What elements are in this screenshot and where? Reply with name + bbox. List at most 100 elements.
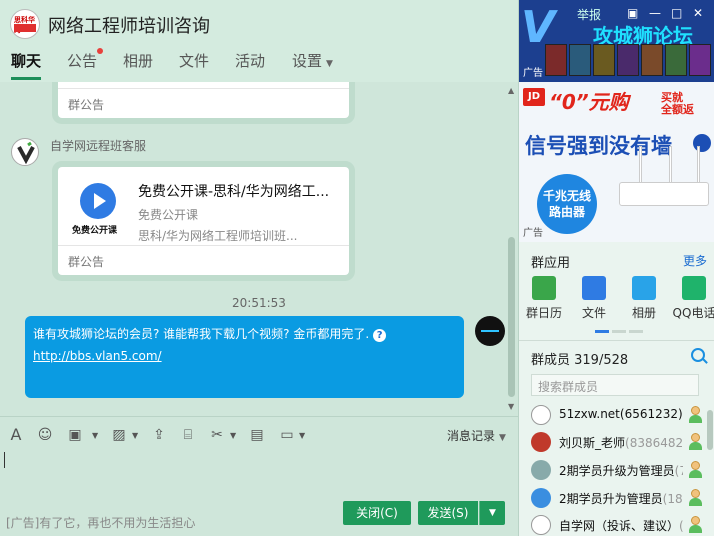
close-button[interactable]: 关闭(C) (343, 501, 411, 525)
question-emoji-icon: ? (373, 329, 387, 342)
card-thumb-label: 免费公开课 (72, 226, 118, 236)
chevron-down-icon[interactable]: ▼ (92, 431, 98, 440)
scrollbar-thumb[interactable] (508, 237, 515, 397)
document-icon[interactable]: ▤ (249, 427, 265, 443)
my-message-bubble[interactable]: 谁有攻城狮论坛的会员? 谁能帮我下载几个视频? 金币都用完了.? http://… (25, 316, 464, 398)
image-icon[interactable]: ▨ (111, 427, 127, 443)
card-footer: 群公告 (58, 245, 349, 275)
chevron-down-icon[interactable]: ▼ (299, 431, 305, 440)
ad-label: 广告 (523, 68, 543, 79)
group-apps-title: 群应用 (531, 256, 571, 271)
file-icon (582, 276, 606, 300)
gift-icon[interactable]: ⌸ (180, 427, 196, 443)
member-row[interactable]: 刘贝斯_老师(8386482925) (519, 429, 714, 455)
member-name-sub: (187 (662, 492, 683, 506)
member-name: 2期学员升为管理员(187 (559, 490, 683, 507)
member-avatar (531, 405, 551, 425)
member-row[interactable]: 自学网（投诉、建议）( (519, 512, 714, 536)
skin-icon[interactable]: ▣ (627, 6, 638, 20)
member-avatar (531, 432, 551, 452)
member-avatar (531, 488, 551, 508)
member-avatar (531, 515, 551, 535)
gif-icon[interactable]: ▣ (67, 427, 83, 443)
hero-portrait (569, 44, 591, 76)
pager-dot[interactable] (629, 330, 643, 333)
message-input[interactable] (0, 452, 518, 500)
chat-scrollbar[interactable]: ▲ ▼ (508, 82, 516, 416)
upload-icon[interactable]: ⇪ (151, 427, 167, 443)
hero-portrait (617, 44, 639, 76)
tab-chat[interactable]: 聊天 (11, 50, 42, 82)
message-history-button[interactable]: 消息记录 ▼ (447, 427, 506, 444)
group-apps-more-link[interactable]: 更多 (683, 252, 707, 269)
play-icon (693, 134, 711, 152)
app-album[interactable]: 相册 (621, 276, 667, 321)
group-avatar[interactable]: 思科华为 (10, 9, 40, 39)
app-files-label: 文件 (581, 306, 606, 320)
router-image (619, 182, 709, 206)
hero-portrait (545, 44, 567, 76)
tab-album-label: 相册 (123, 52, 154, 70)
tab-announcements[interactable]: 公告 (67, 48, 104, 82)
message-history-label: 消息记录 (447, 429, 496, 443)
maximize-icon[interactable]: □ (671, 6, 682, 20)
app-files[interactable]: 文件 (571, 276, 617, 321)
app-calendar[interactable]: 群日历 (521, 276, 567, 321)
router-ad[interactable]: JD “0”元购 买就 全额返 信号强到没有墙 千兆无线 路由器 广告 (519, 82, 714, 242)
more-tools-icon[interactable]: ▭ (279, 427, 295, 443)
search-icon[interactable] (691, 348, 705, 362)
share-card[interactable]: 免费公开课 免费公开课-思科/华为网络工... 免费公开课 思科/华为网络工程师… (58, 167, 349, 275)
message-timestamp: 20:51:53 (232, 296, 286, 310)
tab-files[interactable]: 文件 (179, 50, 209, 82)
play-icon (80, 183, 116, 219)
member-name-sub: (7 (674, 464, 683, 478)
send-options-chevron-icon[interactable]: ▼ (479, 501, 505, 525)
member-row[interactable]: 51zxw.net(6561232) (519, 402, 714, 428)
close-icon[interactable]: ✕ (693, 6, 703, 20)
emoji-icon[interactable]: ☺ (37, 427, 53, 443)
scissors-icon[interactable]: ✂ (209, 427, 225, 443)
my-avatar[interactable] (475, 316, 505, 346)
members-title: 群成员 319/528 (531, 353, 629, 368)
ad-headline-side: 买就 全额返 (661, 91, 694, 116)
message-link[interactable]: http://bbs.vlan5.com/ (33, 349, 162, 363)
member-search-input[interactable]: 搜索群成员 (531, 374, 699, 396)
tab-album[interactable]: 相册 (123, 50, 153, 82)
member-scrollbar[interactable] (707, 410, 713, 450)
minimize-icon[interactable]: — (649, 6, 661, 20)
tab-settings[interactable]: 设置 ▼ (292, 50, 333, 82)
ad-text-link[interactable]: [广告]有了它，再也不用为生活担心 (6, 514, 195, 531)
member-name: 自学网（投诉、建议）( (559, 517, 683, 534)
scroll-down-icon[interactable]: ▼ (508, 402, 514, 411)
send-button[interactable]: 发送(S) (418, 501, 478, 525)
chevron-down-icon: ▼ (326, 59, 333, 69)
hero-portrait (641, 44, 663, 76)
chevron-down-icon[interactable]: ▼ (132, 431, 138, 440)
sender-avatar[interactable] (11, 138, 39, 166)
member-name-text: 2期学员升为管理员 (559, 492, 663, 506)
member-row[interactable]: 2期学员升级为管理员(7 (519, 457, 714, 483)
message-list[interactable]: 群公告 自学网远程班客服 免费公开课 免费公开课-思科/华为网络工... 免费公… (0, 82, 518, 416)
group-title[interactable]: 网络工程师培训咨询 (48, 12, 210, 38)
forum-banner-ad[interactable]: V 攻城狮论坛 举报 ▣ — □ ✕ 广告 (519, 0, 714, 82)
pager-dot[interactable] (612, 330, 626, 333)
card-description: 思科/华为网络工程师培训班... (138, 229, 298, 243)
right-panel: V 攻城狮论坛 举报 ▣ — □ ✕ 广告 JD “0”元购 买就 全额返 信号… (518, 0, 714, 536)
pager-dot-active[interactable] (595, 330, 609, 333)
tab-files-label: 文件 (179, 52, 210, 70)
chevron-down-icon[interactable]: ▼ (230, 431, 236, 440)
report-button[interactable]: 举报 (577, 6, 601, 23)
app-qq-call[interactable]: QQ电话 (671, 276, 714, 321)
tab-activities-label: 活动 (235, 52, 266, 70)
font-icon[interactable]: A (8, 427, 24, 443)
ad-subheadline: 信号强到没有墙 (525, 134, 672, 158)
sender-name: 自学网远程班客服 (50, 139, 147, 153)
member-row[interactable]: 2期学员升为管理员(187 (519, 485, 714, 511)
tab-announcements-label: 公告 (67, 52, 98, 70)
announcement-card-top[interactable]: 群公告 (58, 82, 349, 118)
tab-activities[interactable]: 活动 (235, 50, 265, 82)
member-role-icon (687, 433, 703, 451)
member-role-icon (687, 461, 703, 479)
scroll-up-icon[interactable]: ▲ (508, 86, 514, 95)
card-subtitle: 免费公开课 (138, 208, 199, 222)
